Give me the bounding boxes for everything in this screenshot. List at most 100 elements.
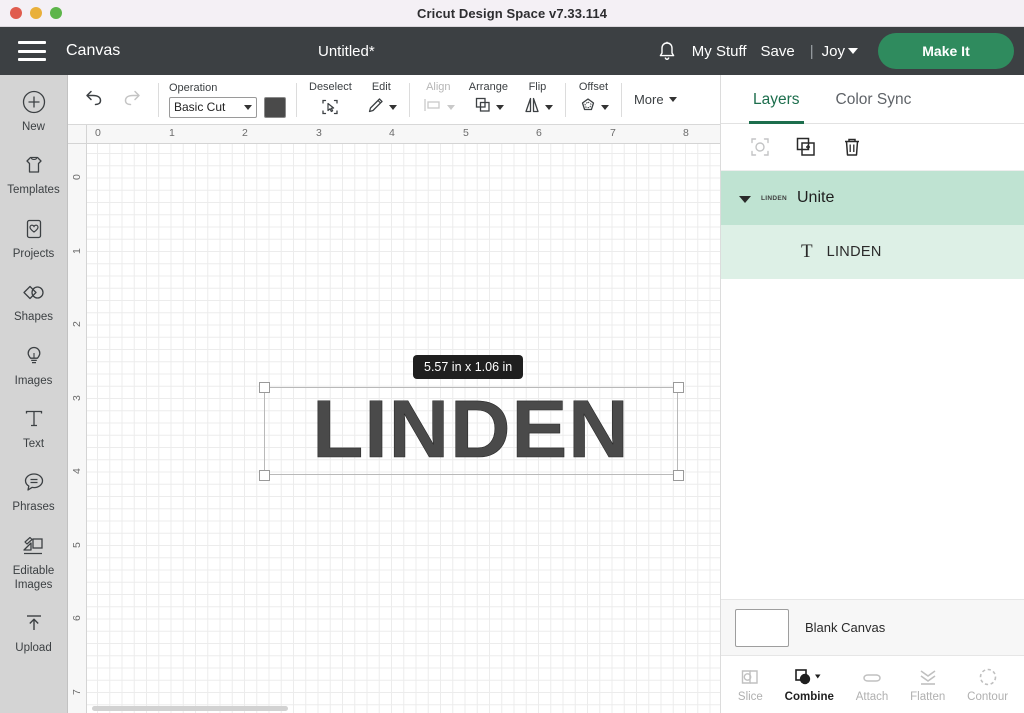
- edit-label: Edit: [371, 81, 391, 93]
- layer-group-name: Unite: [797, 189, 835, 206]
- app-window: Cricut Design Space v7.33.114 Canvas Unt…: [0, 0, 1024, 713]
- layer-tools-row: [721, 124, 1024, 171]
- combine-label: Combine: [784, 691, 834, 703]
- canvas-horizontal-scrollbar[interactable]: [92, 706, 288, 711]
- ruler-v-tick-4: 4: [71, 468, 83, 474]
- resize-handle-top-right[interactable]: [673, 382, 684, 393]
- sidebar-label-text: Text: [22, 437, 45, 450]
- offset-button[interactable]: Offset: [578, 81, 609, 118]
- slice-label: Slice: [737, 691, 763, 703]
- speech-bubble-icon: [21, 467, 47, 497]
- attach-label: Attach: [855, 691, 889, 703]
- combine-button[interactable]: Combine: [785, 666, 834, 703]
- sidebar-label-projects: Projects: [12, 247, 55, 260]
- header-divider: |: [809, 42, 814, 60]
- arrange-icon: [473, 95, 493, 120]
- align-button[interactable]: Align: [422, 81, 455, 118]
- flip-label: Flip: [528, 81, 547, 93]
- delete-icon[interactable]: [841, 136, 863, 158]
- more-button[interactable]: More: [622, 92, 689, 107]
- sidebar-label-upload: Upload: [15, 642, 52, 655]
- make-it-button[interactable]: Make It: [878, 33, 1014, 69]
- edit-button[interactable]: Edit: [366, 81, 397, 118]
- sidebar-label-phrases: Phrases: [12, 501, 55, 514]
- left-sidebar: New Templates Projects Shapes Images Tex…: [0, 75, 68, 713]
- ruler-h-tick-3: 3: [316, 127, 322, 139]
- ruler-v-tick-6: 6: [71, 615, 83, 621]
- design-canvas[interactable]: 5.57 in x 1.06 in LINDEN 0 1 2 3 4 5 6 7…: [68, 125, 720, 713]
- ruler-h-tick-1: 1: [169, 127, 175, 139]
- undo-icon[interactable]: [84, 87, 106, 112]
- sidebar-label-templates: Templates: [7, 184, 60, 197]
- text-t-icon: T: [801, 241, 813, 262]
- sidebar-label-shapes: Shapes: [13, 311, 53, 324]
- ruler-h-tick-6: 6: [536, 127, 542, 139]
- save-button[interactable]: Save: [761, 43, 795, 60]
- ruler-v-tick-2: 2: [71, 321, 83, 327]
- horizontal-ruler: 0 1 2 3 4 5 6 7 8: [68, 125, 720, 144]
- group-select-icon[interactable]: [749, 136, 771, 158]
- offset-label: Offset: [578, 81, 609, 93]
- deselect-button[interactable]: Deselect: [309, 81, 352, 118]
- slice-button[interactable]: Slice: [738, 666, 763, 703]
- resize-handle-bottom-right[interactable]: [673, 470, 684, 481]
- header-right-group: My Stuff Save | Joy Make It: [657, 27, 1024, 75]
- layer-color-swatch[interactable]: [264, 96, 286, 118]
- sidebar-item-projects[interactable]: Projects: [0, 214, 68, 261]
- ruler-v-tick-5: 5: [71, 542, 83, 548]
- flatten-button[interactable]: Flatten: [910, 666, 945, 703]
- window-titlebar: Cricut Design Space v7.33.114: [0, 0, 1024, 27]
- layer-row-text-linden[interactable]: T LINDEN: [721, 225, 1024, 279]
- ruler-h-tick-5: 5: [463, 127, 469, 139]
- lightbulb-icon: [21, 341, 47, 371]
- sidebar-item-phrases[interactable]: Phrases: [0, 467, 68, 514]
- duplicate-icon[interactable]: [795, 136, 817, 158]
- layer-row-group-unite[interactable]: LINDEN Unite: [721, 171, 1024, 225]
- flip-button[interactable]: Flip: [522, 81, 553, 118]
- layer-thumbnail: LINDEN: [761, 194, 787, 202]
- right-panel: Layers Color Sync LINDEN Unite T LINDEN …: [720, 75, 1024, 713]
- chevron-down-icon: [668, 97, 677, 102]
- redo-icon[interactable]: [120, 87, 142, 112]
- offset-icon: [578, 95, 598, 120]
- hamburger-icon[interactable]: [18, 41, 46, 61]
- my-stuff-link[interactable]: My Stuff: [692, 43, 747, 60]
- layer-actions-bar: Slice Combine Attach Flatten Contour: [721, 655, 1024, 713]
- align-label: Align: [426, 81, 451, 93]
- machine-selector-label[interactable]: Joy: [822, 43, 845, 60]
- sidebar-item-editable-images[interactable]: Editable Images: [0, 531, 68, 593]
- attach-button[interactable]: Attach: [855, 666, 889, 703]
- canvas-background-row[interactable]: Blank Canvas: [721, 599, 1024, 655]
- blank-canvas-swatch[interactable]: [735, 608, 789, 647]
- slice-icon: [739, 666, 761, 688]
- resize-handle-bottom-left[interactable]: [259, 470, 270, 481]
- pencil-icon: [366, 95, 386, 120]
- flip-icon: [522, 95, 542, 120]
- chevron-down-icon[interactable]: [739, 196, 751, 203]
- sidebar-item-shapes[interactable]: Shapes: [0, 277, 68, 324]
- operation-select[interactable]: Basic Cut: [169, 96, 257, 118]
- arrange-button[interactable]: Arrange: [469, 81, 508, 118]
- sidebar-item-new[interactable]: New: [0, 87, 68, 134]
- chevron-down-icon[interactable]: [848, 48, 858, 54]
- tab-layers[interactable]: Layers: [749, 75, 804, 124]
- document-title[interactable]: Untitled*: [318, 43, 375, 60]
- select-edit-group: Deselect Edit: [297, 81, 409, 118]
- plus-circle-icon: [21, 87, 47, 117]
- ruler-v-tick-0: 0: [71, 174, 83, 180]
- tab-color-sync[interactable]: Color Sync: [832, 75, 916, 124]
- arrange-group: Align Arrange Flip: [410, 81, 565, 118]
- sidebar-item-images[interactable]: Images: [0, 341, 68, 388]
- sidebar-item-text[interactable]: Text: [0, 404, 68, 451]
- resize-handle-top-left[interactable]: [259, 382, 270, 393]
- heart-card-icon: [21, 214, 47, 244]
- sidebar-item-templates[interactable]: Templates: [0, 150, 68, 197]
- canvas-label[interactable]: Canvas: [66, 42, 120, 60]
- bell-icon[interactable]: [657, 40, 677, 62]
- shapes-icon: [20, 277, 48, 307]
- ruler-v-tick-3: 3: [71, 395, 83, 401]
- contour-button[interactable]: Contour: [967, 666, 1008, 703]
- panel-tabs: Layers Color Sync: [721, 75, 1024, 124]
- ruler-v-tick-1: 1: [71, 248, 83, 254]
- sidebar-item-upload[interactable]: Upload: [0, 608, 68, 655]
